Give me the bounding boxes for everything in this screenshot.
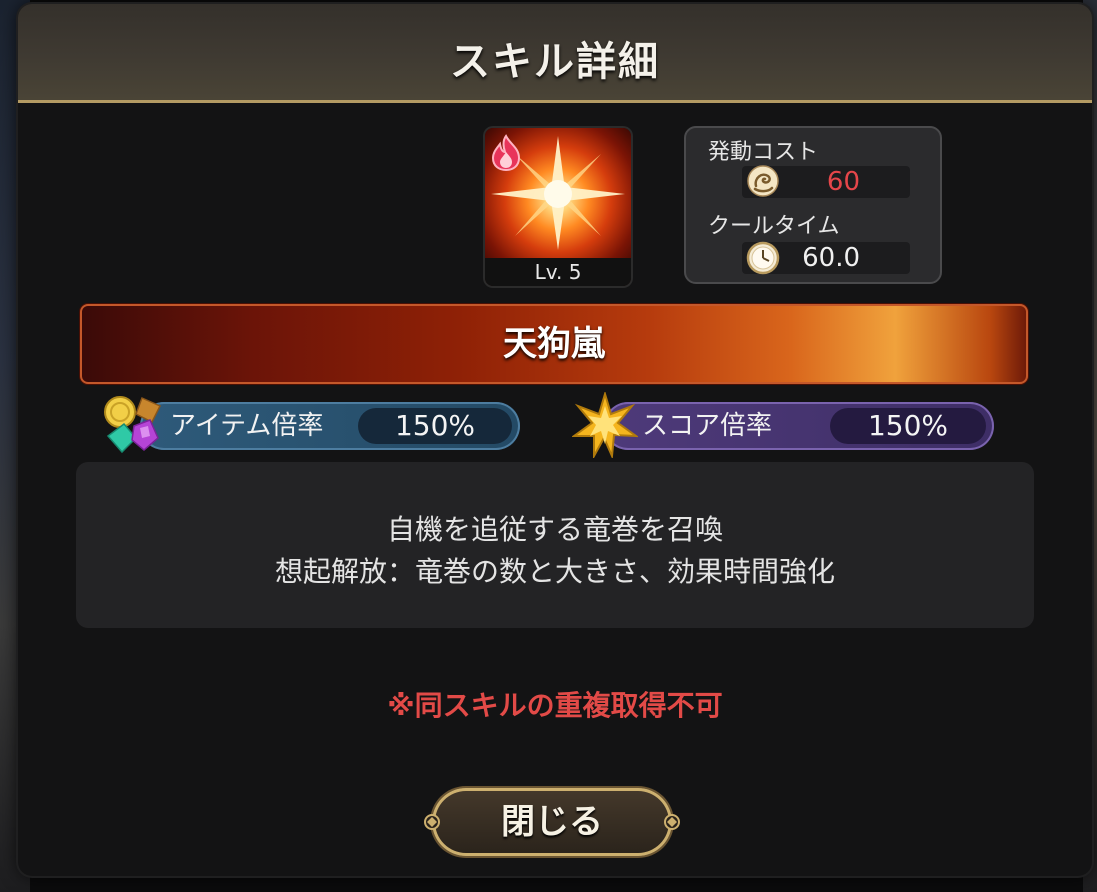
dialog-header: スキル詳細 — [18, 4, 1092, 103]
item-multiplier-value-box: 150% — [358, 408, 512, 444]
gold-star-icon — [572, 392, 638, 458]
cooltime-label: クールタイム — [708, 214, 840, 239]
description-line-2: 想起解放：竜巻の数と大きさ、効果時間強化 — [274, 555, 835, 588]
item-multiplier-value: 150% — [394, 409, 476, 442]
close-button-label: 閉じる — [501, 802, 603, 842]
skill-level: Lv. 5 — [485, 258, 631, 286]
close-button[interactable]: 閉じる — [424, 788, 680, 856]
score-multiplier-value: 150% — [867, 409, 949, 442]
skill-detail-dialog: スキル詳細 Lv. 5 発動コスト 60 クールタイム 60.0 天狗嵐 アイテ… — [18, 4, 1092, 876]
activation-cost-label: 発動コスト — [708, 140, 819, 165]
score-multiplier-label: スコア倍率 — [642, 411, 773, 441]
clock-icon — [746, 241, 780, 275]
dialog-title: スキル詳細 — [450, 39, 660, 85]
skill-name: 天狗嵐 — [503, 324, 605, 364]
skill-description-box: 自機を追従する竜巻を召喚 想起解放：竜巻の数と大きさ、効果時間強化 — [76, 462, 1034, 628]
skill-icon: Lv. 5 — [485, 128, 631, 286]
score-multiplier-pill: スコア倍率 150% — [604, 402, 994, 450]
fire-element-icon — [491, 134, 521, 172]
gems-coins-icon — [104, 396, 162, 454]
duplicate-skill-warning: ※同スキルの重複取得不可 — [387, 689, 723, 722]
cost-panel: 発動コスト 60 クールタイム 60.0 — [684, 126, 942, 284]
score-multiplier-value-box: 150% — [830, 408, 986, 444]
item-multiplier-label: アイテム倍率 — [170, 411, 324, 441]
swirl-energy-icon — [747, 165, 779, 197]
skill-name-banner: 天狗嵐 — [80, 304, 1028, 384]
description-line-1: 自機を追従する竜巻を召喚 — [386, 513, 723, 546]
item-multiplier-pill: アイテム倍率 150% — [140, 402, 520, 450]
